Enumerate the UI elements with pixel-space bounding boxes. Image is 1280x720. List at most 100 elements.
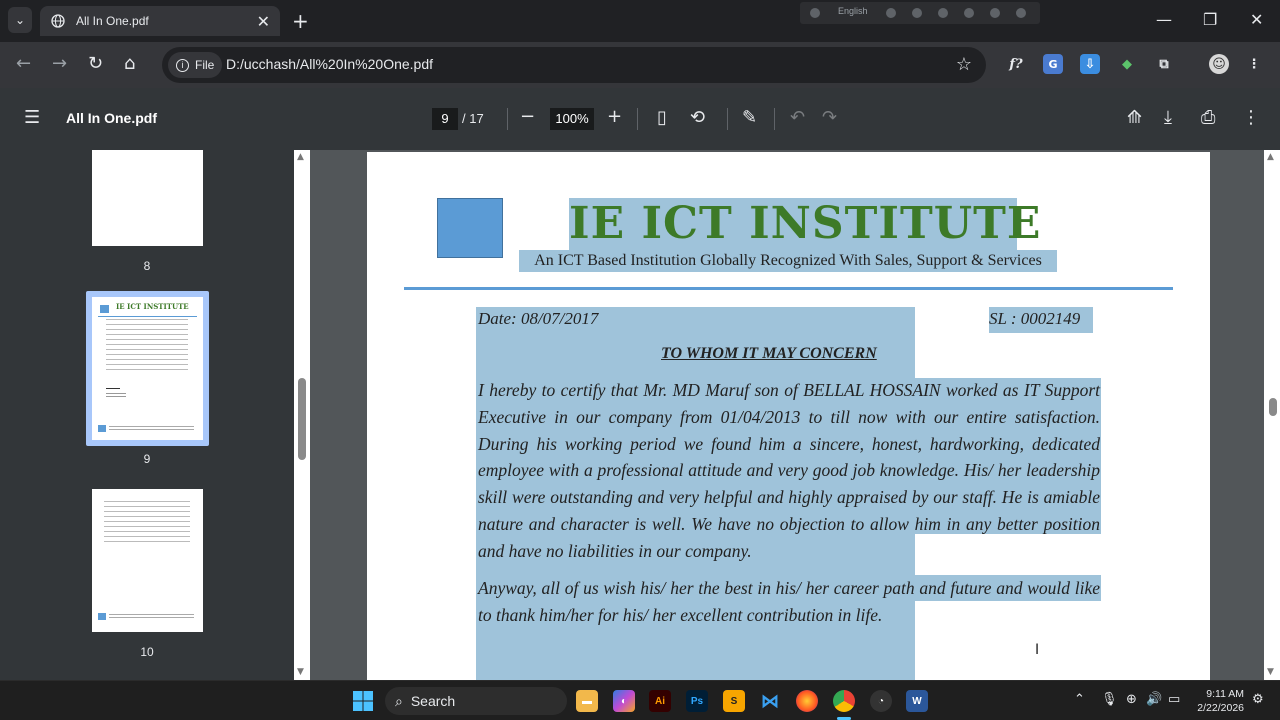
fit-page-icon[interactable]: ▯ bbox=[657, 107, 667, 128]
microphone-icon[interactable]: 🎙 bbox=[1101, 692, 1118, 707]
illustrator-icon[interactable]: Ai bbox=[649, 690, 671, 712]
bookmark-star-icon[interactable]: ☆ bbox=[956, 54, 972, 75]
header-rule bbox=[404, 287, 1173, 290]
search-label: Search bbox=[410, 693, 456, 709]
redo-icon[interactable]: ↷ bbox=[822, 107, 837, 128]
new-tab-plus-icon[interactable]: + bbox=[292, 9, 309, 33]
profile-avatar[interactable]: ☺ bbox=[1209, 54, 1229, 74]
language-info-icon[interactable] bbox=[1016, 8, 1026, 18]
tab-close-icon[interactable]: ✕ bbox=[257, 12, 270, 31]
page-total: / 17 bbox=[462, 111, 484, 126]
drive-save-icon[interactable]: ⟰ bbox=[1127, 107, 1142, 128]
sidebar-scrollbar[interactable]: ▲ ▼ bbox=[294, 150, 310, 680]
zoom-level-input[interactable]: 100% bbox=[550, 108, 594, 130]
sidebar-scroll-thumb[interactable] bbox=[298, 378, 306, 460]
reload-icon[interactable]: ↻ bbox=[88, 55, 103, 73]
windows-taskbar: ⌕ Search ▬ ◐ Ai Ps S ⋈ ◔ W ⌃ 🎙 ⊕ 🔊 ▭ 9:1… bbox=[0, 680, 1280, 720]
home-icon[interactable]: ⌂ bbox=[124, 55, 135, 73]
toolbar-divider bbox=[507, 108, 508, 130]
viewer-scroll-thumb[interactable] bbox=[1269, 398, 1277, 416]
institute-title: IE ICT INSTITUTE bbox=[569, 198, 1042, 249]
extensions-puzzle-icon[interactable]: ⧉ bbox=[1154, 54, 1174, 74]
page-thumbnail-9[interactable]: IE ICT INSTITUTE bbox=[92, 297, 203, 440]
thumbnail-label: 9 bbox=[143, 452, 151, 466]
file-explorer-icon[interactable]: ▬ bbox=[576, 690, 598, 712]
tab-title: All In One.pdf bbox=[76, 14, 149, 28]
photoshop-icon[interactable]: Ps bbox=[686, 690, 708, 712]
language-bar[interactable]: English bbox=[800, 2, 1040, 24]
institute-subtitle: An ICT Based Institution Globally Recogn… bbox=[534, 252, 1042, 269]
language-gear-icon[interactable] bbox=[938, 8, 948, 18]
viewer-scrollbar[interactable]: ▲ ▼ bbox=[1264, 150, 1280, 680]
mini-footer-logo bbox=[98, 613, 106, 620]
restore-icon[interactable]: ❐ bbox=[1203, 10, 1217, 29]
zoom-out-icon[interactable]: − bbox=[520, 106, 535, 127]
windows-start-icon[interactable] bbox=[352, 690, 374, 712]
page-thumbnail-10[interactable] bbox=[92, 489, 203, 632]
sublime-text-icon[interactable]: S bbox=[723, 690, 745, 712]
app-clock-icon[interactable]: ◔ bbox=[870, 690, 892, 712]
address-bar-row: ← → ↻ ⌂ i File D:/ucchash/All%20In%20One… bbox=[0, 42, 1280, 88]
vscode-icon[interactable]: ⋈ bbox=[759, 690, 781, 712]
browser-tab-bar: ⌄ All In One.pdf ✕ + English — ❐ ✕ bbox=[0, 0, 1280, 42]
url-text[interactable]: D:/ucchash/All%20In%20One.pdf bbox=[226, 56, 433, 72]
language-brush-icon[interactable] bbox=[912, 8, 922, 18]
language-edge-icon[interactable] bbox=[964, 8, 974, 18]
battery-icon[interactable]: ▭ bbox=[1168, 692, 1180, 707]
certificate-paragraph-1: I hereby to certify that Mr. MD Maruf so… bbox=[478, 380, 1100, 561]
certificate-date: Date: 08/07/2017 bbox=[478, 309, 599, 328]
scroll-up-arrow-icon[interactable]: ▲ bbox=[297, 152, 304, 162]
certificate-serial: SL : 0002149 bbox=[989, 309, 1081, 328]
network-globe-icon[interactable]: ⊕ bbox=[1126, 692, 1137, 707]
translate-extension-icon[interactable]: G bbox=[1043, 54, 1063, 74]
page-number-input[interactable]: 9 bbox=[432, 108, 458, 130]
sidebar-menu-icon[interactable]: ☰ bbox=[24, 107, 40, 128]
copilot-icon[interactable]: ◐ bbox=[613, 690, 635, 712]
notification-icon[interactable]: ⚙ bbox=[1252, 692, 1264, 707]
toolbar-divider bbox=[727, 108, 728, 130]
word-icon[interactable]: W bbox=[906, 690, 928, 712]
language-tool-icon[interactable] bbox=[886, 8, 896, 18]
site-info-label: File bbox=[195, 58, 215, 72]
back-arrow-icon[interactable]: ← bbox=[16, 55, 31, 73]
tab-search-dropdown-icon[interactable]: ⌄ bbox=[8, 7, 32, 33]
toolbar-divider bbox=[774, 108, 775, 130]
scroll-down-arrow-icon[interactable]: ▼ bbox=[1267, 667, 1274, 677]
taskbar-search[interactable]: ⌕ Search bbox=[385, 687, 567, 715]
site-info-chip[interactable]: i File bbox=[168, 52, 222, 78]
taskbar-clock[interactable]: 9:11 AM 2/22/2026 bbox=[1192, 687, 1244, 715]
omnibox[interactable]: i File D:/ucchash/All%20In%20One.pdf ☆ bbox=[162, 47, 986, 83]
undo-icon[interactable]: ↶ bbox=[790, 107, 805, 128]
browser-tab[interactable]: All In One.pdf ✕ bbox=[40, 6, 280, 36]
close-window-icon[interactable]: ✕ bbox=[1250, 10, 1263, 29]
tray-chevron-up-icon[interactable]: ⌃ bbox=[1074, 692, 1085, 707]
rotate-icon[interactable]: ⟲ bbox=[690, 107, 705, 128]
thumbnail-label: 10 bbox=[140, 645, 154, 659]
print-icon[interactable]: ⎙ bbox=[1201, 107, 1215, 128]
minimize-icon[interactable]: — bbox=[1156, 10, 1172, 29]
page-thumbnail-8[interactable] bbox=[92, 150, 203, 246]
scroll-down-arrow-icon[interactable]: ▼ bbox=[297, 667, 304, 677]
pdf-page[interactable]: IE ICT INSTITUTE An ICT Based Institutio… bbox=[367, 152, 1210, 680]
annotate-pen-icon[interactable]: ✎ bbox=[742, 107, 757, 128]
language-app-icon bbox=[810, 8, 820, 18]
chrome-icon[interactable] bbox=[833, 690, 855, 712]
volume-icon[interactable]: 🔊 bbox=[1146, 692, 1162, 707]
formula-extension-icon[interactable]: f? bbox=[1006, 54, 1026, 74]
clock-time: 9:11 AM bbox=[1206, 688, 1244, 700]
vpn-extension-icon[interactable]: ◆ bbox=[1117, 54, 1137, 74]
scroll-up-arrow-icon[interactable]: ▲ bbox=[1267, 152, 1274, 162]
toolbar-divider bbox=[637, 108, 638, 130]
download-icon[interactable]: ⤓ bbox=[1164, 107, 1172, 128]
firefox-icon[interactable] bbox=[796, 690, 818, 712]
text-cursor-icon: I bbox=[1035, 642, 1040, 658]
mini-footer-logo bbox=[98, 425, 106, 432]
more-options-icon[interactable]: ⋮ bbox=[1242, 107, 1260, 128]
mini-title: IE ICT INSTITUTE bbox=[116, 302, 189, 311]
browser-menu-icon[interactable]: ⋮ bbox=[1244, 54, 1264, 74]
zoom-in-icon[interactable]: + bbox=[607, 106, 622, 127]
download-manager-icon[interactable]: ⇩ bbox=[1080, 54, 1100, 74]
forward-arrow-icon[interactable]: → bbox=[52, 55, 67, 73]
language-help-icon[interactable] bbox=[990, 8, 1000, 18]
search-icon: ⌕ bbox=[395, 692, 403, 709]
